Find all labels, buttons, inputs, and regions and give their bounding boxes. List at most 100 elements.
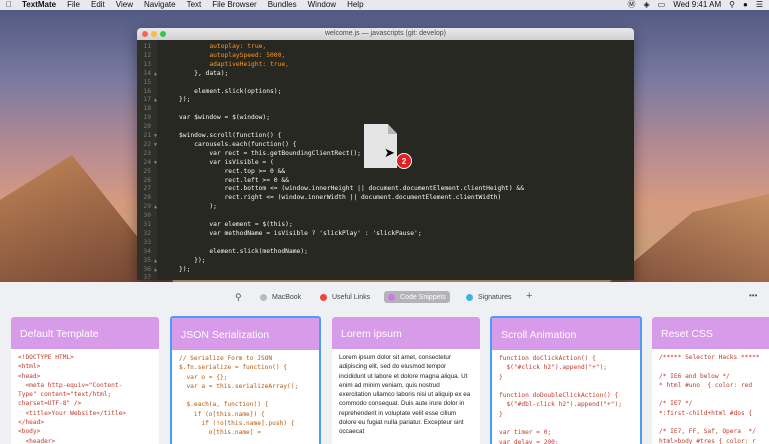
search-icon[interactable]: ⚲ <box>235 292 242 303</box>
snippet-card[interactable]: Lorem ipsum Lorem ipsum dolor sit amet, … <box>332 317 480 444</box>
code-text: var element = $(this); <box>179 221 293 228</box>
menu-bar:  TextMate File Edit View Navigate Text … <box>0 0 769 10</box>
code-line[interactable]: 32 var methodName = isVisible ? 'slickPl… <box>137 229 634 238</box>
snippet-title: JSON Serialization <box>172 318 319 350</box>
menu-window[interactable]: Window <box>308 0 336 10</box>
spotlight-search-icon[interactable]: ⚲ <box>729 0 735 10</box>
line-number: 30 <box>143 212 151 220</box>
line-number: 32 <box>143 229 151 237</box>
menu-view[interactable]: View <box>116 0 133 10</box>
code-text: rect.left >= 0 && <box>179 176 289 184</box>
menu-help[interactable]: Help <box>347 0 363 10</box>
snippet-title: Reset CSS <box>652 317 769 349</box>
line-number: 21 <box>143 132 151 139</box>
snippet-shelf: ⚲ MacBook Useful Links Code Snippets Sig… <box>0 282 769 444</box>
menu-file-browser[interactable]: File Browser <box>212 0 256 10</box>
snippet-preview: /***** Selector Hacks ***** /* IE6 and b… <box>659 354 760 444</box>
code-line[interactable]: 33 <box>137 238 634 247</box>
line-number: 28 <box>143 194 151 202</box>
menu-file[interactable]: File <box>67 0 80 10</box>
paste-app-icon[interactable]: Ⓜ <box>628 0 636 10</box>
code-text: }); <box>179 256 206 264</box>
code-line[interactable]: 12 autoplaySpeed: 5000, <box>137 51 634 60</box>
code-line[interactable]: 14 ▲ }, data); <box>137 69 634 78</box>
line-number: 29 <box>143 203 151 211</box>
line-number: 31 <box>143 221 151 228</box>
line-number: 16 <box>143 87 151 95</box>
line-number: 20 <box>143 123 151 131</box>
tag-label: Code Snippets <box>400 293 446 301</box>
tag-color-dot <box>388 293 395 301</box>
tag-signatures[interactable]: Signatures <box>462 291 515 303</box>
menu-text[interactable]: Text <box>187 0 202 10</box>
snippet-preview: // Serialize Form to JSON $.fn.serialize… <box>179 355 299 437</box>
line-number: 33 <box>143 238 151 246</box>
snippet-card-selected[interactable]: Scroll Animation function doClickAction(… <box>490 316 642 444</box>
code-text: }); <box>179 96 191 104</box>
code-text: adaptiveHeight: true, <box>179 60 289 68</box>
code-line[interactable]: 28 rect.right <= (window.innerWidth || d… <box>137 193 634 202</box>
code-text: var methodName = isVisible ? 'slickPlay'… <box>179 229 422 237</box>
code-line[interactable]: 29 ▲ ); <box>137 202 634 211</box>
menu-app-name[interactable]: TextMate <box>22 0 56 10</box>
code-line[interactable]: 16 element.slick(options); <box>137 87 634 96</box>
notification-center-icon[interactable]: ☰ <box>756 0 763 10</box>
zoom-window-button[interactable] <box>160 31 166 37</box>
add-tag-button[interactable]: + <box>526 290 532 302</box>
tag-color-dot <box>260 293 267 301</box>
code-text: element.slick(options); <box>179 87 282 95</box>
tag-label: Useful Links <box>332 293 371 301</box>
code-line[interactable]: 34 element.slick(methodName); <box>137 247 634 256</box>
line-number: 11 <box>143 43 151 50</box>
line-number: 34 <box>143 247 151 255</box>
menu-edit[interactable]: Edit <box>91 0 105 10</box>
code-line[interactable]: 18 <box>137 104 634 113</box>
code-line[interactable]: 11 autoplay: true, <box>137 42 634 51</box>
drag-count-badge: 2 <box>396 153 412 169</box>
code-line[interactable]: 19 var $window = $(window); <box>137 113 634 122</box>
tag-color-dot <box>320 293 327 301</box>
tag-macbook[interactable]: MacBook <box>256 291 305 303</box>
line-number: 12 <box>143 51 151 59</box>
line-number: 22 <box>143 140 151 148</box>
close-window-button[interactable] <box>142 31 148 37</box>
shelf-toolbar: ⚲ MacBook Useful Links Code Snippets Sig… <box>0 282 769 312</box>
line-number: 26 <box>143 176 151 184</box>
tag-useful-links[interactable]: Useful Links <box>316 291 374 303</box>
line-number: 35 <box>143 256 151 264</box>
code-line[interactable]: 30 <box>137 211 634 220</box>
code-text: var rect = this.getBoundingClientRect(); <box>179 149 361 157</box>
code-line[interactable]: 36 ▲}); <box>137 265 634 274</box>
more-options-icon[interactable]: ••• <box>749 291 757 300</box>
minimize-window-button[interactable] <box>151 31 157 37</box>
window-titlebar[interactable]: welcome.js — javascripts (git: develop) <box>137 28 634 40</box>
apple-icon[interactable]:  <box>6 1 14 9</box>
snippet-card[interactable]: Reset CSS /***** Selector Hacks ***** /*… <box>652 317 769 444</box>
snippet-card-selected[interactable]: JSON Serialization // Serialize Form to … <box>170 316 321 444</box>
code-line[interactable]: 31 var element = $(this); <box>137 220 634 229</box>
tag-code-snippets[interactable]: Code Snippets <box>384 291 450 303</box>
wifi-icon[interactable]: ◈ <box>644 0 650 10</box>
code-line[interactable]: 17 ▲}); <box>137 95 634 104</box>
code-text: rect.right <= (window.innerWidth || docu… <box>179 194 502 202</box>
code-line[interactable]: 35 ▲ }); <box>137 256 634 265</box>
code-text: autoplaySpeed: 5000, <box>179 51 286 59</box>
snippet-card[interactable]: Default Template <!DOCTYPE HTML> <html> … <box>11 317 159 444</box>
code-line[interactable]: 27 rect.bottom <= (window.innerHeight ||… <box>137 184 634 193</box>
code-line[interactable]: 26 rect.left >= 0 && <box>137 176 634 185</box>
code-line[interactable]: 13 adaptiveHeight: true, <box>137 60 634 69</box>
line-number: 25 <box>143 167 151 175</box>
code-text: carousels.each(function() { <box>179 140 297 148</box>
line-number: 24 <box>143 158 151 166</box>
snippet-title: Lorem ipsum <box>332 317 480 349</box>
menu-clock[interactable]: Wed 9:41 AM <box>673 0 721 10</box>
code-line[interactable]: 15 <box>137 78 634 87</box>
menu-bundles[interactable]: Bundles <box>268 0 297 10</box>
user-avatar-icon[interactable]: ● <box>743 0 748 10</box>
menu-navigate[interactable]: Navigate <box>144 0 176 10</box>
battery-icon[interactable]: ▭ <box>658 0 666 10</box>
line-number: 19 <box>143 114 151 122</box>
code-line[interactable]: 37 <box>137 273 634 280</box>
code-text: rect.bottom <= (window.innerHeight || do… <box>179 185 524 193</box>
line-number: 18 <box>143 105 151 113</box>
